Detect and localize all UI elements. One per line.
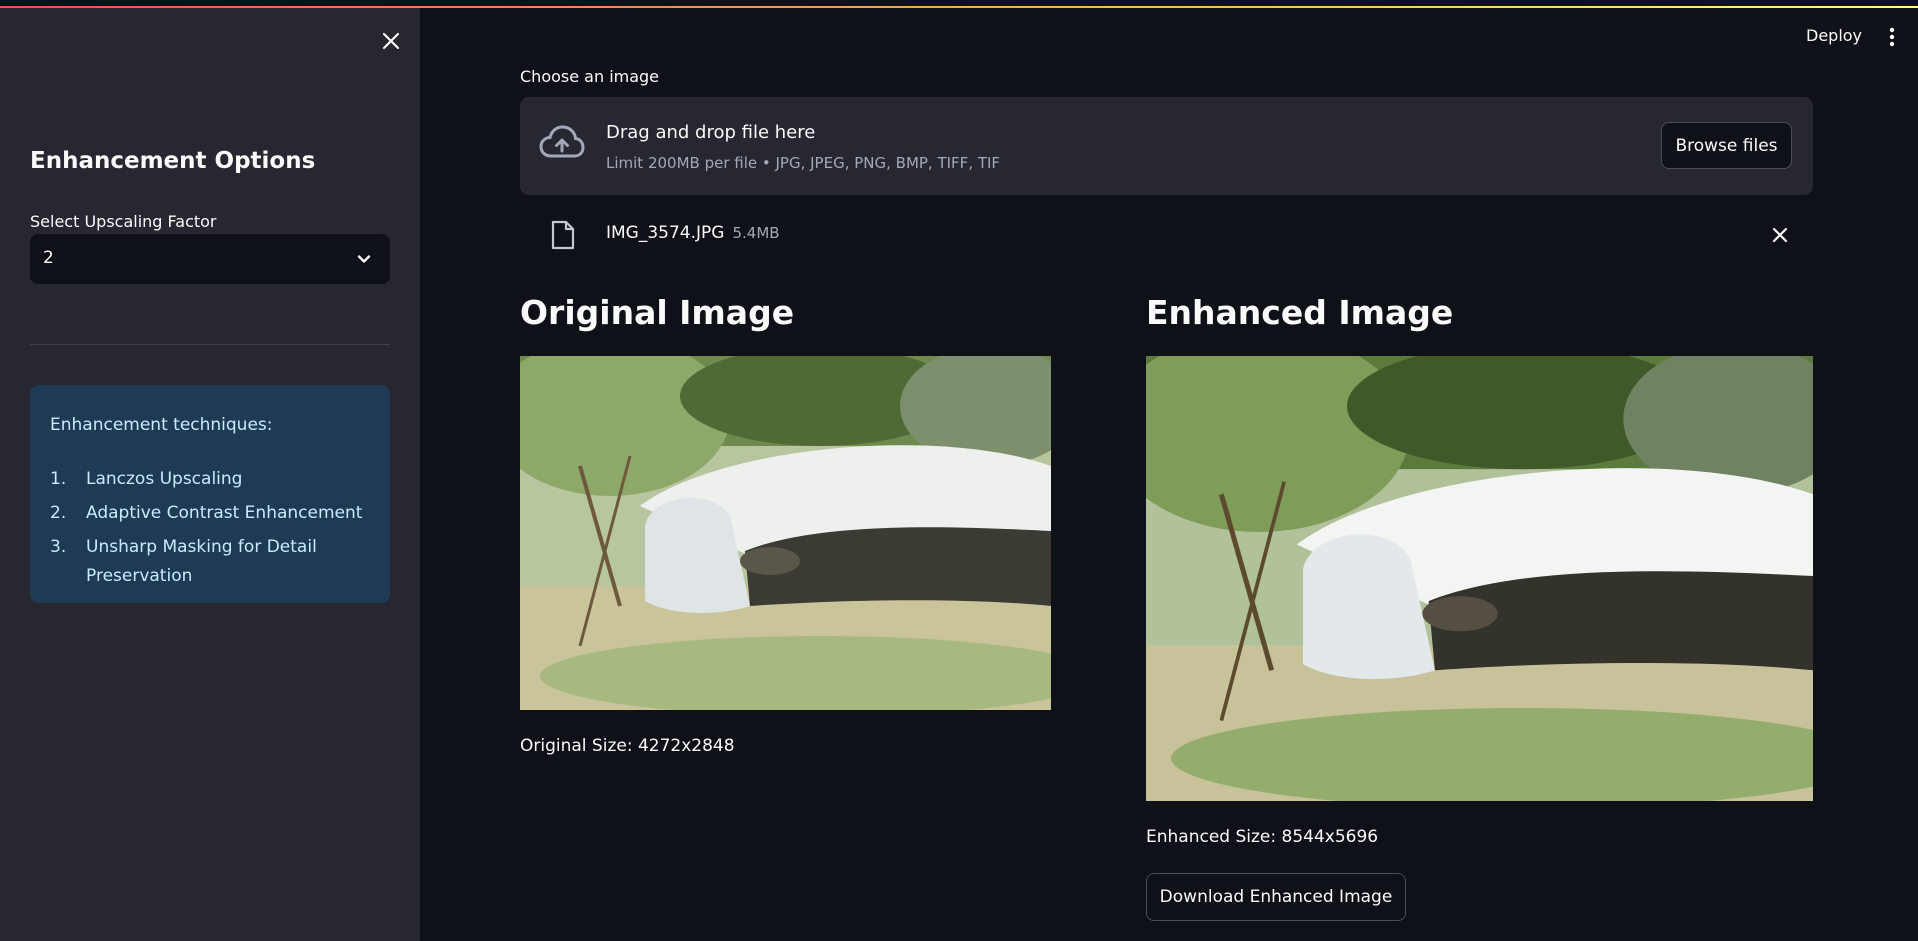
select-value: 2 [43, 248, 54, 268]
enhanced-image [1146, 356, 1813, 801]
list-item-label: Lanczos Upscaling [86, 469, 243, 489]
list-item: 2. Adaptive Contrast Enhancement [50, 499, 370, 528]
file-name: IMG_3574.JPG 5.4MB [606, 223, 780, 243]
list-item-label: Unsharp Masking for Detail Preservation [86, 537, 317, 586]
file-name-text: IMG_3574.JPG [606, 223, 725, 243]
list-number: 2. [50, 503, 67, 523]
info-title: Enhancement techniques: [50, 415, 273, 435]
techniques-info-box: Enhancement techniques: 1. Lanczos Upscal… [30, 385, 390, 603]
list-number: 1. [50, 469, 67, 489]
top-decoration-bar [0, 0, 1918, 8]
original-image-title: Original Image [520, 293, 795, 332]
enhanced-image-title: Enhanced Image [1146, 293, 1454, 332]
sidebar-title: Enhancement Options [30, 148, 316, 174]
file-size: 5.4MB [732, 224, 780, 242]
browse-files-button[interactable]: Browse files [1661, 122, 1792, 169]
file-icon [550, 220, 576, 250]
dropzone-title: Drag and drop file here [606, 122, 816, 143]
file-dropzone[interactable]: Drag and drop file here Limit 200MB per … [520, 97, 1813, 195]
original-size-text: Original Size: 4272x2848 [520, 736, 735, 756]
download-enhanced-button[interactable]: Download Enhanced Image [1146, 873, 1406, 921]
original-image [520, 356, 1051, 710]
list-item: 3. Unsharp Masking for Detail Preservatio… [50, 533, 370, 591]
uploader-label: Choose an image [520, 67, 660, 86]
list-item: 1. Lanczos Upscaling [50, 465, 370, 494]
techniques-list: 1. Lanczos Upscaling 2. Adaptive Contrast … [50, 465, 370, 596]
cloud-upload-icon [539, 123, 585, 163]
chevron-down-icon [354, 249, 374, 269]
uploaded-file-row: IMG_3574.JPG 5.4MB [520, 208, 1813, 260]
list-item-label: Adaptive Contrast Enhancement [86, 503, 363, 523]
dropzone-limit-text: Limit 200MB per file • JPG, JPEG, PNG, B… [606, 154, 1001, 172]
upscaling-factor-select[interactable]: 2 [30, 234, 390, 284]
sidebar-divider [30, 344, 390, 345]
sidebar: Enhancement Options Select Upscaling Fac… [0, 8, 420, 941]
upscaling-factor-label: Select Upscaling Factor [30, 212, 217, 231]
close-icon[interactable] [379, 29, 403, 53]
kebab-menu-icon[interactable] [1882, 26, 1902, 48]
list-number: 3. [50, 537, 67, 557]
deploy-button[interactable]: Deploy [1806, 26, 1862, 45]
remove-file-icon[interactable] [1770, 225, 1790, 245]
enhanced-size-text: Enhanced Size: 8544x5696 [1146, 827, 1379, 847]
